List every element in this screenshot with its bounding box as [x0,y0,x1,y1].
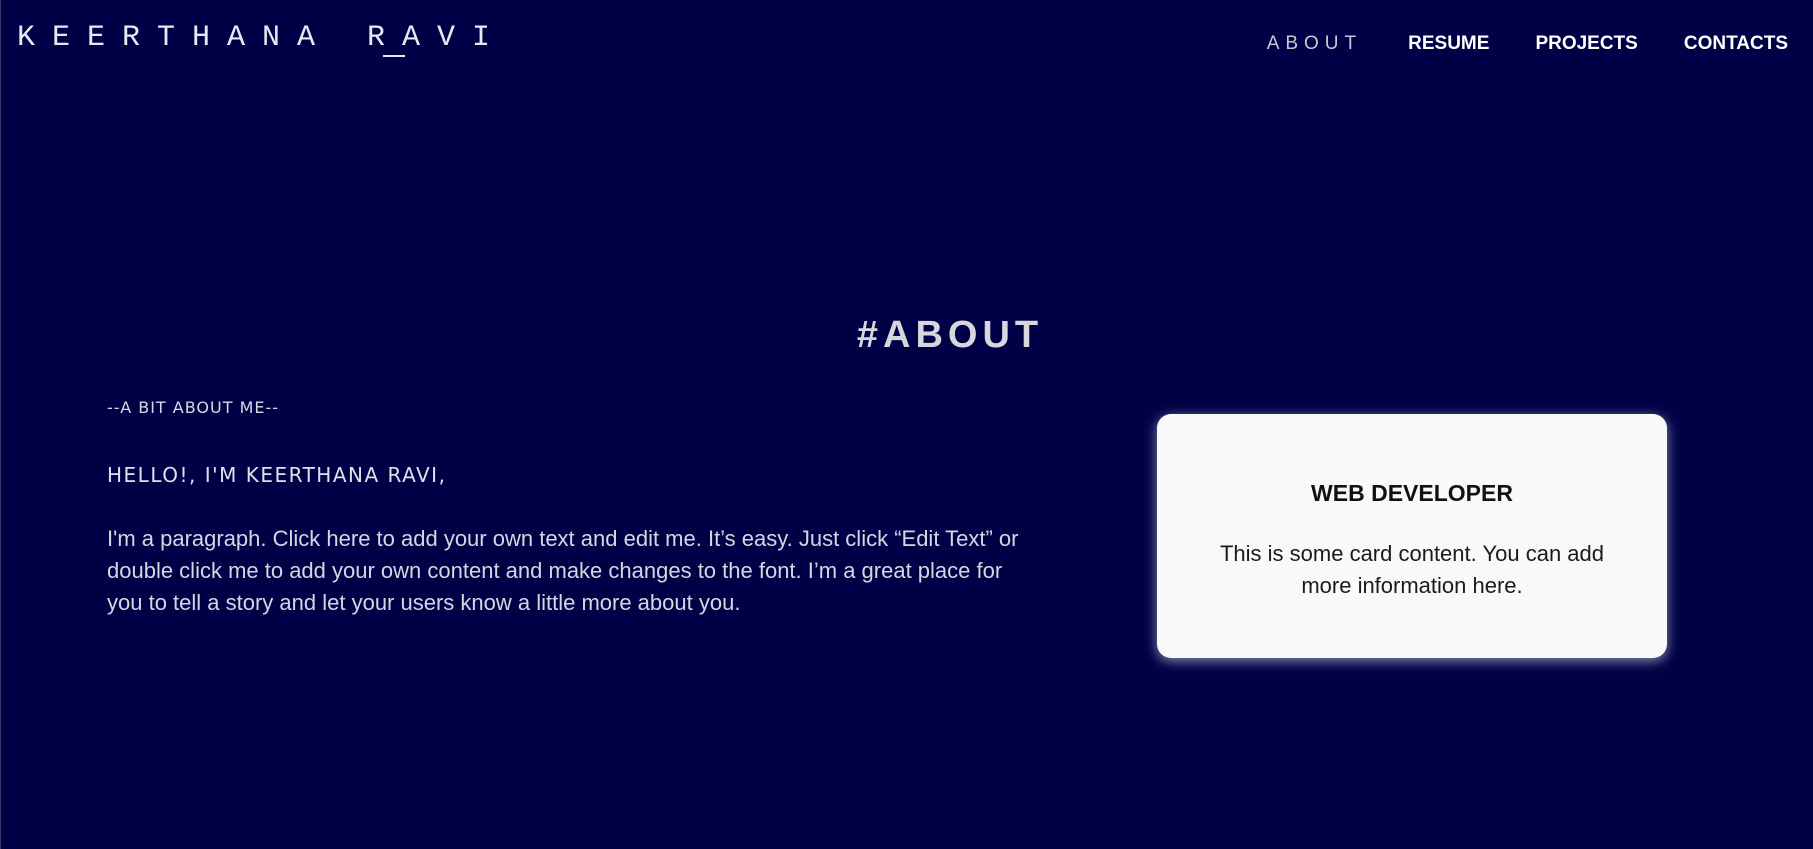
card-text: This is some card content. You can add m… [1219,541,1604,598]
card-title: WEB DEVELOPER [1311,480,1513,506]
brand-logo[interactable]: KEERTHANA RAVI [17,20,507,56]
nav-about[interactable]: ABOUT [1267,30,1362,58]
nav-contacts[interactable]: CONTACTS [1684,30,1788,58]
about-paragraph: I'm a paragraph. Click here to add your … [107,526,1019,615]
page: KEERTHANA RAVI ABOUT RESUME PROJECTS CON… [0,0,1813,849]
main-nav: ABOUT RESUME PROJECTS CONTACTS [1267,30,1788,58]
about-greeting: HELLO!, I'M KEERTHANA RAVI, [107,463,447,487]
section-title: #ABOUT [856,314,1044,356]
role-card: WEB DEVELOPER This is some card content.… [1157,414,1667,658]
nav-projects[interactable]: PROJECTS [1535,30,1637,58]
nav-resume[interactable]: RESUME [1408,30,1489,58]
brand-underline [383,55,405,57]
about-subtitle: --A BIT ABOUT ME-- [107,398,280,417]
